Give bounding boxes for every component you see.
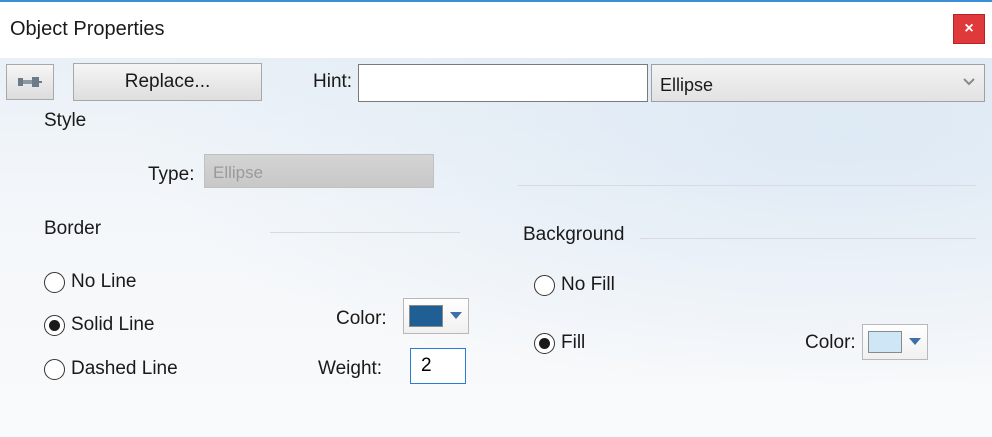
radio-selected-dot: [539, 337, 550, 349]
dropdown-arrow-icon: [450, 312, 462, 319]
close-icon: ×: [964, 20, 974, 37]
title-bar: Object Properties ×: [0, 2, 992, 58]
radio-button[interactable]: [44, 358, 65, 380]
dialog-title: Object Properties: [10, 18, 165, 40]
radio-label: No Fill: [561, 274, 615, 295]
pin-button[interactable]: [6, 64, 54, 100]
type-field: Ellipse: [204, 154, 434, 188]
weight-label: Weight:: [318, 358, 383, 379]
background-color-picker[interactable]: [862, 324, 928, 360]
radio-label: Solid Line: [71, 314, 155, 335]
background-color-label: Color:: [805, 332, 856, 353]
divider: [518, 185, 976, 186]
radio-button[interactable]: [534, 332, 555, 354]
pin-icon: [18, 77, 42, 87]
background-heading: Background: [523, 224, 625, 245]
border-color-swatch: [409, 305, 443, 327]
border-color-picker[interactable]: [403, 298, 469, 334]
object-type-select[interactable]: Ellipse: [651, 64, 985, 102]
type-field-value: Ellipse: [213, 163, 264, 182]
background-option-no-fill[interactable]: No Fill: [534, 274, 615, 296]
object-properties-dialog: Object Properties × Replace... Hint: Ell…: [0, 0, 992, 437]
dialog-content: Replace... Hint: Ellipse Style Type: Ell…: [0, 58, 992, 437]
radio-button[interactable]: [44, 271, 65, 293]
border-heading: Border: [44, 218, 102, 239]
border-option-no-line[interactable]: No Line: [44, 271, 137, 293]
divider: [270, 232, 460, 233]
dropdown-arrow-icon: [909, 338, 921, 345]
type-label: Type:: [148, 164, 195, 185]
radio-label: Fill: [561, 332, 586, 353]
border-option-dashed-line[interactable]: Dashed Line: [44, 358, 178, 380]
chevron-down-icon: [963, 78, 975, 86]
hint-label: Hint:: [313, 71, 353, 92]
replace-button[interactable]: Replace...: [73, 63, 262, 101]
border-option-solid-line[interactable]: Solid Line: [44, 314, 154, 336]
radio-button[interactable]: [534, 274, 555, 296]
background-option-fill[interactable]: Fill: [534, 332, 585, 354]
weight-input[interactable]: [410, 348, 466, 384]
radio-label: No Line: [71, 271, 137, 292]
divider: [640, 238, 976, 239]
radio-label: Dashed Line: [71, 358, 178, 379]
background-color-swatch: [868, 331, 902, 353]
object-type-select-value: Ellipse: [660, 75, 714, 95]
radio-selected-dot: [49, 319, 60, 331]
border-color-label: Color:: [336, 308, 387, 329]
close-button[interactable]: ×: [953, 14, 985, 44]
radio-button[interactable]: [44, 314, 65, 336]
style-heading: Style: [44, 110, 87, 131]
hint-input[interactable]: [358, 64, 648, 102]
